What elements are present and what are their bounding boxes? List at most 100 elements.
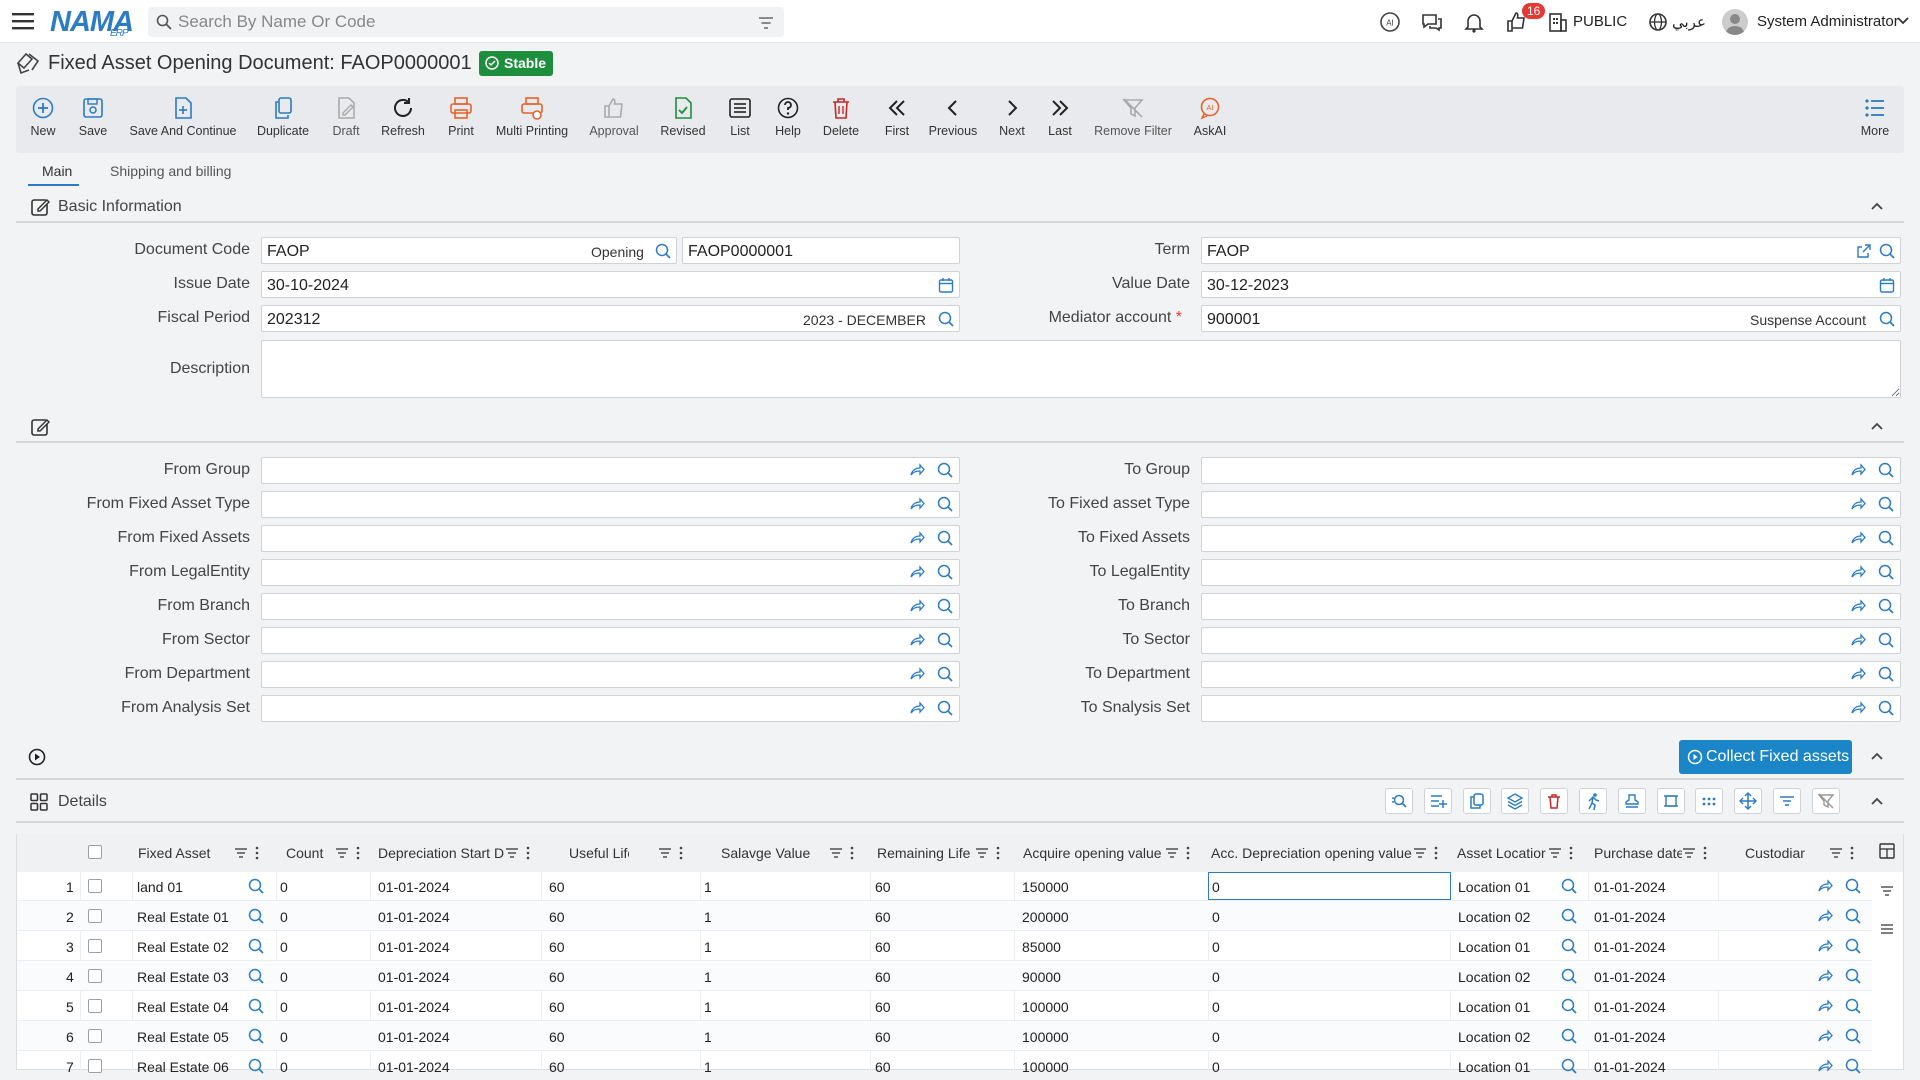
share-arrow-icon[interactable] (1850, 700, 1866, 716)
mediator-account-field[interactable]: 900001 Suspense Account (1201, 305, 1901, 332)
global-search[interactable] (148, 7, 784, 37)
fixed-asset-lookup-icon[interactable] (248, 908, 264, 924)
share-arrow-icon[interactable] (909, 666, 925, 682)
lookup-icon[interactable] (1878, 632, 1894, 648)
lookup-icon[interactable] (937, 530, 953, 546)
share-arrow-icon[interactable] (1817, 1058, 1833, 1074)
lookup-icon[interactable] (1878, 530, 1894, 546)
chevron-up-icon[interactable] (1870, 750, 1884, 764)
share-arrow-icon[interactable] (1817, 908, 1833, 924)
lookup-icon[interactable] (1879, 311, 1895, 327)
column-chooser-icon[interactable] (1879, 843, 1895, 859)
share-arrow-icon[interactable] (1817, 878, 1833, 894)
save-button[interactable]: Save (76, 96, 110, 138)
multi-printing-button[interactable]: Multi Printing (494, 96, 570, 138)
column-menu-icon[interactable] (1849, 846, 1855, 860)
calendar-icon[interactable] (1879, 277, 1895, 293)
play-circle-icon[interactable] (28, 748, 46, 766)
column-menu-icon[interactable] (995, 846, 1001, 860)
share-arrow-icon[interactable] (1850, 462, 1866, 478)
lookup-icon[interactable] (1878, 666, 1894, 682)
lookup-icon[interactable] (937, 462, 953, 478)
share-arrow-icon[interactable] (1850, 598, 1866, 614)
share-arrow-icon[interactable] (1817, 938, 1833, 954)
custodian-lookup-icon[interactable] (1845, 878, 1861, 894)
to-type-field[interactable] (1201, 491, 1901, 518)
column-filter-icon[interactable] (1548, 846, 1562, 860)
side-menu-icon[interactable] (1880, 922, 1894, 936)
chevron-up-icon[interactable] (1870, 200, 1884, 214)
open-external-icon[interactable] (1856, 243, 1872, 259)
to-legal-field[interactable] (1201, 559, 1901, 586)
lookup-icon[interactable] (937, 564, 953, 580)
bell-icon[interactable] (1462, 10, 1486, 34)
remove-filter-button[interactable]: Remove Filter (1092, 96, 1174, 138)
column-header-9[interactable]: Purchase date (1594, 845, 1682, 861)
share-arrow-icon[interactable] (1817, 968, 1833, 984)
tab-main[interactable]: Main (42, 163, 72, 179)
revised-button[interactable]: Revised (658, 96, 708, 138)
refresh-button[interactable]: Refresh (380, 96, 426, 138)
add-row-button[interactable] (1423, 788, 1452, 814)
from-branch-field[interactable] (261, 593, 960, 620)
language-switch[interactable]: عربي (1672, 13, 1706, 31)
previous-button[interactable]: Previous (928, 96, 978, 138)
row-checkbox[interactable] (88, 879, 102, 893)
location-lookup-icon[interactable] (1561, 1058, 1577, 1074)
lookup-icon[interactable] (937, 700, 953, 716)
share-arrow-icon[interactable] (1850, 564, 1866, 580)
draft-button[interactable]: Draft (328, 96, 364, 138)
select-all-checkbox[interactable] (88, 845, 102, 859)
side-filter-icon[interactable] (1880, 884, 1894, 898)
column-menu-icon[interactable] (849, 846, 855, 860)
lookup-icon[interactable] (655, 243, 671, 259)
column-filter-icon[interactable] (658, 846, 672, 860)
search-input[interactable] (178, 7, 738, 37)
next-button[interactable]: Next (996, 96, 1028, 138)
duplicate-button[interactable]: Duplicate (254, 96, 312, 138)
fixed-asset-lookup-icon[interactable] (248, 1058, 264, 1074)
share-arrow-icon[interactable] (909, 462, 925, 478)
collect-fixed-assets-button[interactable]: Collect Fixed assets (1679, 740, 1852, 774)
custodian-lookup-icon[interactable] (1845, 1028, 1861, 1044)
fixed-asset-lookup-icon[interactable] (248, 1028, 264, 1044)
location-lookup-icon[interactable] (1561, 1028, 1577, 1044)
approval-button[interactable]: Approval (586, 96, 642, 138)
grid-filter-remove-button[interactable] (1811, 788, 1840, 814)
box-button[interactable] (1656, 788, 1685, 814)
column-header-1[interactable]: Count (286, 845, 326, 861)
row-checkbox[interactable] (88, 909, 102, 923)
table-row[interactable]: 5 Real Estate 04 0 01-01-2024 60 1 60 100000 0 Lo… (17, 991, 1872, 1021)
column-header-3[interactable]: Useful Life (569, 845, 629, 861)
fiscal-period-field[interactable]: 202312 2023 - DECEMBER (261, 305, 960, 332)
share-arrow-icon[interactable] (909, 598, 925, 614)
custodian-lookup-icon[interactable] (1845, 968, 1861, 984)
column-header-5[interactable]: Remaining Life (877, 845, 972, 861)
column-header-6[interactable]: Acquire opening value (1023, 845, 1163, 861)
basic-information-section-header[interactable] (16, 191, 1904, 223)
location-lookup-icon[interactable] (1561, 968, 1577, 984)
lookup-icon[interactable] (937, 496, 953, 512)
from-legal-field[interactable] (261, 559, 960, 586)
ai-assistant-icon[interactable]: AI (1378, 10, 1402, 34)
term-field[interactable]: FAOP (1201, 237, 1901, 264)
table-row[interactable]: 3 Real Estate 02 0 01-01-2024 60 1 60 85000 0 Loc… (17, 931, 1872, 961)
public-label[interactable]: PUBLIC (1573, 13, 1627, 30)
lookup-icon[interactable] (1878, 496, 1894, 512)
lookup-icon[interactable] (937, 632, 953, 648)
column-header-2[interactable]: Depreciation Start D (378, 845, 504, 861)
grid-filter-button[interactable] (1773, 788, 1801, 814)
filters-section-header[interactable] (16, 411, 1904, 443)
to-sector-field[interactable] (1201, 627, 1901, 654)
row-checkbox[interactable] (88, 939, 102, 953)
lookup-icon[interactable] (1878, 700, 1894, 716)
tab-shipping-billing[interactable]: Shipping and billing (110, 163, 231, 179)
column-header-0[interactable]: Fixed Asset (138, 845, 218, 861)
fixed-asset-lookup-icon[interactable] (248, 968, 264, 984)
row-checkbox[interactable] (88, 1029, 102, 1043)
share-arrow-icon[interactable] (909, 496, 925, 512)
share-arrow-icon[interactable] (909, 700, 925, 716)
from-assets-field[interactable] (261, 525, 960, 552)
lookup-icon[interactable] (1878, 462, 1894, 478)
lookup-icon[interactable] (937, 666, 953, 682)
